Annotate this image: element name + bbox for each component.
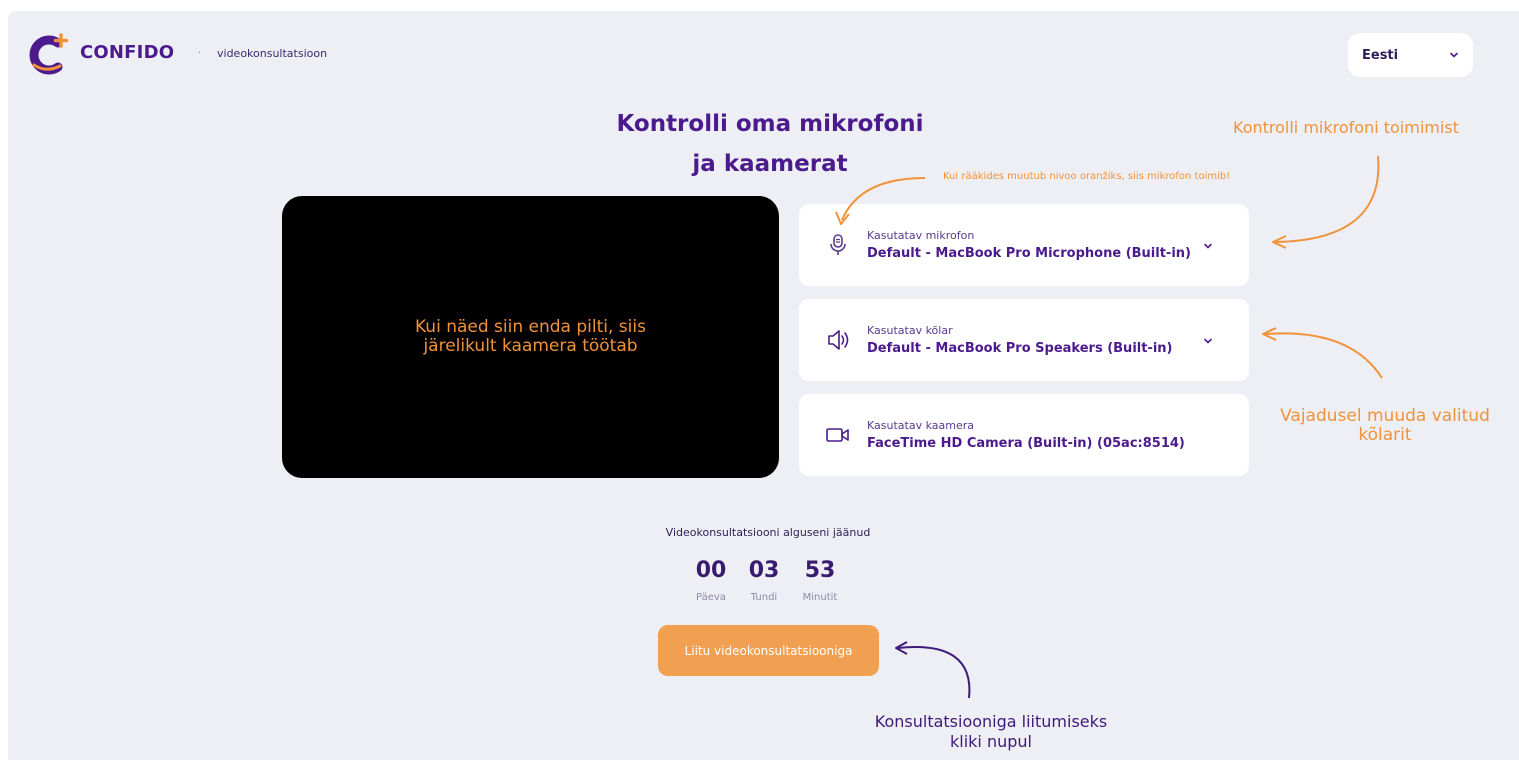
countdown-minutes-label: Minutit (802, 592, 838, 603)
speaker-icon (828, 330, 849, 350)
camera-label: Kasutatav kaamera (867, 419, 974, 432)
speaker-label: Kasutatav kõlar (867, 324, 953, 337)
join-consultation-button[interactable]: Liitu videokonsultatsiooniga (658, 625, 879, 676)
page-title-line2: ja kaamerat (692, 151, 848, 177)
countdown-minutes: 53 (804, 558, 836, 583)
annotation-mic-check: Kontrolli mikrofoni toimimist (1233, 118, 1459, 137)
countdown-label: Videokonsultatsiooni alguseni jäänud (665, 526, 871, 539)
camera-preview-hint: Kui näed siin enda pilti, siis järelikul… (282, 318, 779, 356)
camera-preview-hint-line1: Kui näed siin enda pilti, siis (415, 317, 646, 337)
confido-logo-icon (29, 33, 69, 75)
countdown-days: 00 (695, 558, 727, 583)
microphone-label: Kasutatav mikrofon (867, 229, 975, 242)
brand-name: CONFIDO (80, 42, 175, 63)
microphone-select[interactable]: Kasutatav mikrofon Default - MacBook Pro… (799, 204, 1249, 286)
camera-preview-hint-line2: järelikult kaamera töötab (423, 336, 638, 356)
camera-select[interactable]: Kasutatav kaamera FaceTime HD Camera (Bu… (799, 394, 1249, 476)
annotation-speakers-line2: kõlarit (1358, 425, 1412, 445)
language-select[interactable]: Eesti (1348, 33, 1473, 77)
camera-icon (826, 428, 849, 442)
page-title: Kontrolli oma mikrofoni ja kaamerat (600, 104, 940, 184)
language-selected: Eesti (1362, 47, 1399, 63)
annotation-join: Konsultatsiooniga liitumiseks kliki nupu… (846, 712, 1136, 752)
annotation-join-line1: Konsultatsiooniga liitumiseks (874, 712, 1108, 731)
annotation-mic-level: Kui rääkides muutub nivoo oranžiks, siis… (943, 171, 1231, 182)
countdown-days-label: Päeva (696, 592, 726, 603)
speaker-value: Default - MacBook Pro Speakers (Built-in… (867, 341, 1173, 356)
brand-subtitle: videokonsultatsioon (217, 47, 328, 60)
annotation-join-line2: kliki nupul (950, 732, 1032, 751)
annotation-speakers: Vajadusel muuda valitud kõlarit (1250, 407, 1519, 445)
chevron-down-icon (1204, 243, 1212, 249)
microphone-icon (830, 234, 846, 255)
page-title-line1: Kontrolli oma mikrofoni (616, 111, 924, 137)
chevron-down-icon (1204, 338, 1212, 344)
annotation-speakers-line1: Vajadusel muuda valitud (1280, 406, 1490, 426)
brand-separator: · (198, 48, 202, 59)
countdown-hours-label: Tundi (750, 592, 778, 603)
chevron-down-icon (1450, 52, 1458, 58)
camera-value: FaceTime HD Camera (Built-in) (05ac:8514… (867, 436, 1185, 451)
microphone-value: Default - MacBook Pro Microphone (Built-… (867, 246, 1191, 261)
countdown-hours: 03 (748, 558, 780, 583)
speaker-select[interactable]: Kasutatav kõlar Default - MacBook Pro Sp… (799, 299, 1249, 381)
